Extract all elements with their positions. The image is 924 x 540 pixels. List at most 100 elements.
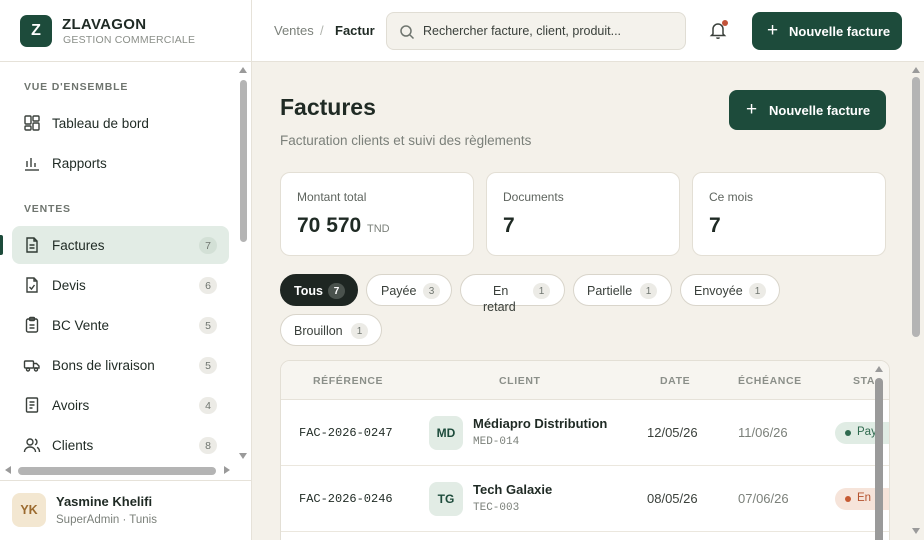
section-label-overview: VUE D'ENSEMBLE (24, 81, 129, 93)
scrollbar-thumb[interactable] (912, 77, 920, 337)
sidebar: Z ZLAVAGON GESTION COMMERCIALE VUE D'ENS… (0, 0, 252, 540)
table-header: RÉFÉRENCE CLIENT DATE ÉCHÉANCE STA (281, 361, 889, 400)
stat-card-total-amount: Montant total 70 570 TND (280, 172, 474, 256)
sidebar-horizontal-scrollbar[interactable] (2, 465, 236, 477)
client-avatar: MD (429, 416, 463, 450)
column-header-client[interactable]: CLIENT (499, 375, 541, 387)
dashboard-icon (24, 115, 40, 131)
search-icon (400, 25, 415, 40)
scrollbar-thumb[interactable] (240, 80, 247, 242)
column-header-reference[interactable]: RÉFÉRENCE (313, 375, 383, 387)
stat-value: 7 (709, 214, 721, 237)
count-badge: 6 (199, 277, 217, 294)
chip-label: Tous (294, 284, 323, 298)
stat-card-this-month: Ce mois 7 (692, 172, 886, 256)
column-header-due-date[interactable]: ÉCHÉANCE (738, 375, 802, 387)
section-label-sales: VENTES (24, 203, 71, 215)
page-title: Factures (280, 94, 376, 120)
truck-icon (23, 360, 40, 372)
search-input[interactable] (423, 13, 673, 49)
invoice-table: RÉFÉRENCE CLIENT DATE ÉCHÉANCE STA FAC-2… (280, 360, 890, 540)
brand-subtitle: GESTION COMMERCIALE (63, 34, 196, 46)
client-avatar: TG (429, 482, 463, 516)
invoice-icon (26, 237, 38, 253)
scroll-up-arrow-icon[interactable] (912, 67, 920, 73)
filter-chip-paid[interactable]: Payée 3 (366, 274, 452, 306)
filter-chip-late[interactable]: En retard 1 (460, 274, 565, 314)
chip-count: 7 (328, 283, 345, 299)
chip-label: Partielle (587, 284, 633, 298)
table-row[interactable]: FAC-2026-0247 MD Médiapro Distribution M… (281, 400, 889, 466)
chip-label: Payée (381, 284, 417, 298)
stat-value: 70 570 (297, 214, 362, 237)
avatar: YK (12, 493, 46, 527)
user-profile[interactable]: YK Yasmine Khelifi SuperAdmin · Tunis (0, 480, 251, 540)
count-badge: 5 (199, 317, 217, 334)
count-badge: 4 (199, 397, 217, 414)
sidebar-item-invoices[interactable]: Factures 7 (12, 226, 229, 264)
sidebar-item-reports[interactable]: Rapports (12, 144, 229, 182)
sidebar-item-label: BC Vente (52, 317, 110, 333)
sidebar-item-credit-notes[interactable]: Avoirs 4 (12, 386, 229, 424)
scroll-up-arrow-icon[interactable] (239, 67, 247, 73)
sidebar-item-label: Bons de livraison (52, 357, 155, 373)
sidebar-item-delivery-notes[interactable]: Bons de livraison 5 (12, 346, 229, 384)
scroll-up-arrow-icon[interactable] (875, 366, 883, 372)
scroll-down-arrow-icon[interactable] (239, 453, 247, 459)
filter-chip-partial[interactable]: Partielle 1 (573, 274, 672, 306)
stat-label: Documents (503, 190, 564, 204)
bar-chart-icon (25, 158, 39, 171)
filter-chip-sent[interactable]: Envoyée 1 (680, 274, 780, 306)
status-label: En (857, 492, 872, 504)
table-vertical-scrollbar[interactable] (873, 364, 885, 540)
chip-count: 1 (640, 283, 657, 299)
invoice-date: 12/05/26 (647, 425, 698, 440)
invoice-reference: FAC-2026-0246 (299, 492, 393, 506)
scroll-right-arrow-icon[interactable] (224, 466, 230, 474)
scroll-left-arrow-icon[interactable] (5, 466, 11, 474)
invoice-due-date: 11/06/26 (738, 425, 788, 440)
count-badge: 7 (199, 237, 217, 254)
scrollbar-thumb[interactable] (875, 378, 883, 540)
chip-label-line1: En (493, 284, 509, 298)
sidebar-item-clients[interactable]: Clients 8 (12, 426, 229, 463)
stat-label: Ce mois (709, 190, 754, 204)
quote-icon (26, 277, 38, 293)
clipboard-icon (25, 316, 39, 333)
search-box[interactable] (386, 12, 686, 50)
main-vertical-scrollbar[interactable] (909, 63, 923, 540)
new-invoice-button-topbar[interactable]: + Nouvelle facture (752, 12, 902, 50)
brand-logo[interactable]: Z (20, 15, 52, 47)
table-row[interactable]: FAC-2026-0246 TG Tech Galaxie TEC-003 08… (281, 466, 889, 532)
chip-label: Envoyée (694, 284, 743, 298)
notification-dot (722, 20, 728, 26)
button-label: Nouvelle facture (789, 24, 891, 39)
count-badge: 5 (199, 357, 217, 374)
user-name: Yasmine Khelifi (56, 494, 153, 509)
chip-label-line2: retard (483, 300, 516, 314)
filter-chip-all[interactable]: Tous 7 (280, 274, 358, 306)
scroll-down-arrow-icon[interactable] (912, 528, 920, 534)
page-subtitle: Facturation clients et suivi des règleme… (280, 133, 532, 148)
scrollbar-thumb[interactable] (18, 467, 216, 475)
main-content: Factures Facturation clients et suivi de… (252, 63, 908, 540)
sidebar-item-label: Clients (52, 437, 94, 453)
column-header-status[interactable]: STA (853, 375, 875, 387)
count-badge: 8 (199, 437, 217, 454)
invoice-date: 08/05/26 (647, 491, 698, 506)
chip-count: 3 (423, 283, 440, 299)
sidebar-vertical-scrollbar[interactable] (238, 66, 249, 464)
brand-name: ZLAVAGON (62, 16, 147, 33)
breadcrumb-sales[interactable]: Ventes (274, 23, 314, 38)
active-indicator (0, 235, 3, 255)
column-header-date[interactable]: DATE (660, 375, 690, 387)
filter-chip-draft[interactable]: Brouillon 1 (280, 314, 382, 346)
sidebar-item-quotes[interactable]: Devis 6 (12, 266, 229, 304)
new-invoice-button[interactable]: + Nouvelle facture (729, 90, 886, 130)
sidebar-item-label: Tableau de bord (52, 115, 149, 131)
user-role: SuperAdmin · Tunis (56, 514, 157, 526)
sidebar-nav: VUE D'ENSEMBLE Tableau de bord Rapports … (0, 63, 236, 463)
sidebar-item-dashboard[interactable]: Tableau de bord (12, 104, 229, 142)
sidebar-item-sales-orders[interactable]: BC Vente 5 (12, 306, 229, 344)
stat-label: Montant total (297, 190, 367, 204)
